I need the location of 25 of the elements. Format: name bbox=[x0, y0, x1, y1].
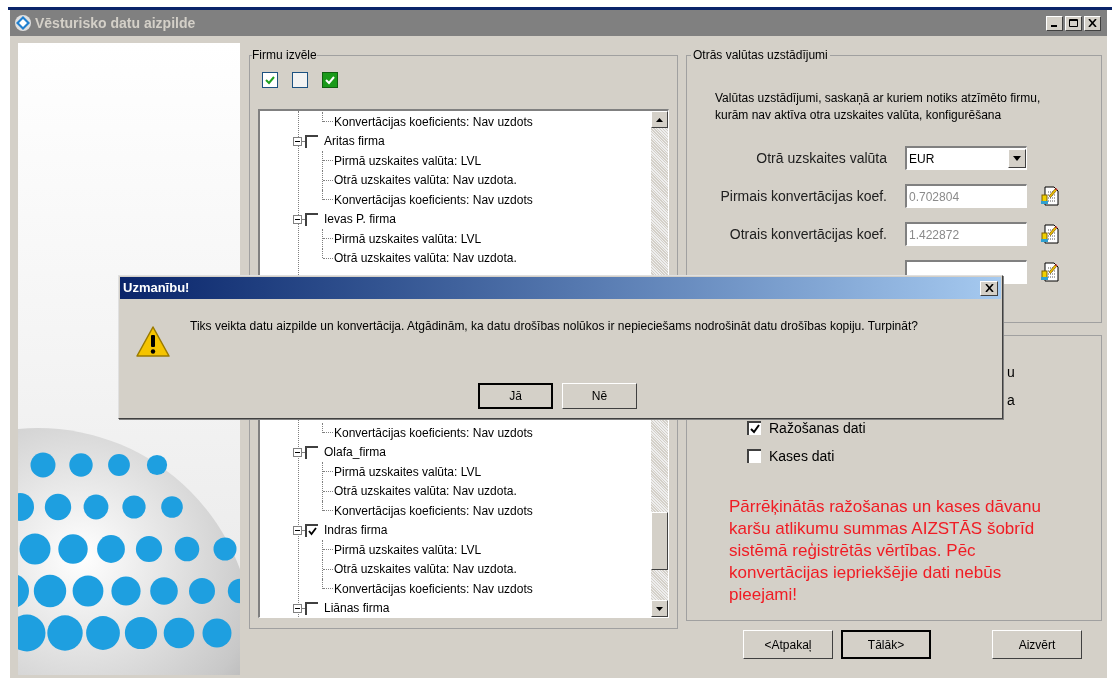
firm-detail: Pirmā uzskaites valūta: LVL bbox=[334, 230, 482, 248]
firm-detail: Otrā uzskaites valūta: Nav uzdota. bbox=[334, 172, 517, 190]
firm-detail: Konvertācijas koeficients: Nav uzdots bbox=[334, 191, 533, 209]
firm-detail: Otrā uzskaites valūta: Nav uzdota. bbox=[334, 483, 517, 501]
panel-title: Firmu izvēle bbox=[252, 47, 317, 64]
firm-detail: Otrā uzskaites valūta: Nav uzdota. bbox=[334, 561, 517, 579]
option-label: a bbox=[1007, 390, 1015, 410]
firm-detail: Konvertācijas koeficients: Nav uzdots bbox=[334, 113, 533, 131]
field-label: Otrais konvertācijas koef. bbox=[729, 226, 887, 242]
firm-detail: Konvertācijas koeficients: Nav uzdots bbox=[334, 580, 533, 598]
firm-detail: Pirmā uzskaites valūta: LVL bbox=[334, 541, 482, 559]
field-label: Pirmais konvertācijas koef. bbox=[720, 188, 887, 204]
firm-detail: Pirmā uzskaites valūta: LVL bbox=[334, 152, 482, 170]
dialog-title: Uzmanību! bbox=[123, 279, 191, 298]
dialog-message: Tiks veikta datu aizpilde un konvertācija. Atgādinām, ka datu drošības nolūkos ir nepieciešams nodrošināt datu drošības kopiju. Turpināt? bbox=[190, 318, 918, 335]
firm-detail: Konvertācijas koeficients: Nav uzdots bbox=[334, 424, 533, 442]
warning-text: Pārrēķinātās ražošanas un kases dāvanu karšu atlikumu summas AIZSTĀS šobrīd sistēmā reģistrētās vērtības. Pēc konvertācijas iepriekšējie dati nebūs pieejami! bbox=[729, 496, 1042, 606]
field-label: Otrā uzskaites valūta bbox=[756, 150, 887, 166]
firm-detail: Konvertācijas koeficients: Nav uzdots bbox=[334, 502, 533, 520]
firm-detail: Otrā uzskaites valūta: Nav uzdota. bbox=[334, 250, 517, 268]
firm-detail: Pirmā uzskaites valūta: LVL bbox=[334, 463, 482, 481]
window-title: Vēsturisko datu aizpilde bbox=[35, 13, 197, 33]
panel-title: Otrās valūtas uzstādījumi bbox=[692, 47, 829, 64]
option-label: u bbox=[1007, 362, 1015, 382]
currency-description: Valūtas uzstādījumi, saskaņā ar kuriem notiks atzīmēto firmu, kurām nav aktīva otra uzskaites valūta, konfigurēšana bbox=[715, 90, 1042, 124]
